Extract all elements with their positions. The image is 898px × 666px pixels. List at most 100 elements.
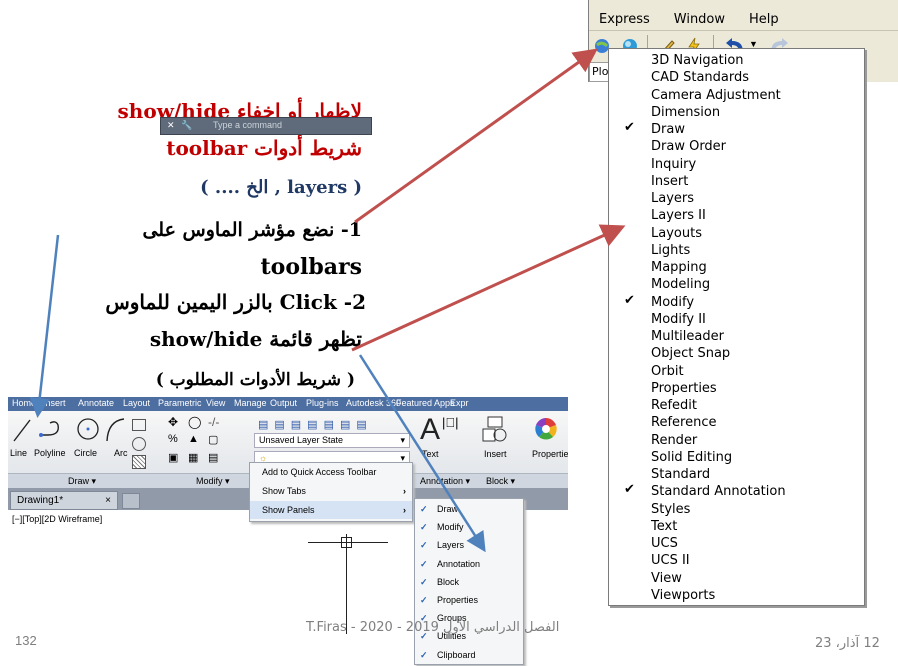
toolbars-context-menu: 3D Navigation CAD Standards Camera Adjustm… — [608, 48, 865, 606]
menu-add-to-qat[interactable]: Add to Quick Access Toolbar — [250, 463, 412, 481]
arc-tool-icon[interactable] — [104, 417, 126, 443]
draw-small-tools[interactable] — [130, 419, 158, 473]
toolbar-list-item-label: CAD Standards — [651, 70, 750, 86]
ribbon-tab[interactable]: Home — [12, 398, 36, 408]
layer-state-dropdown[interactable]: Unsaved Layer State ▾ — [254, 433, 410, 448]
toolbar-list-item[interactable]: Inquiry — [609, 157, 864, 174]
panel-toggle-label: Clipboard — [437, 649, 476, 660]
ribbon-tab[interactable]: Manage — [234, 398, 267, 408]
ribbon-tab[interactable]: Insert — [43, 398, 66, 408]
polyline-tool-label[interactable]: Polyline — [34, 448, 66, 458]
toolbar-list-item[interactable]: ✔ Draw — [609, 120, 864, 139]
ribbon-tab[interactable]: Output — [270, 398, 297, 408]
ribbon-tab[interactable]: Autodesk 360 — [346, 398, 401, 408]
toolbar-list-item[interactable]: Viewports — [609, 588, 864, 605]
toolbar-list-item[interactable]: Render — [609, 433, 864, 450]
text-tool-icon[interactable]: A — [420, 413, 440, 447]
insert-tool-label[interactable]: Insert — [484, 449, 507, 459]
toolbar-list-item[interactable]: 3D Navigation — [609, 53, 864, 70]
toolbar-list-item[interactable]: UCS II — [609, 553, 864, 570]
toolbar-list-item[interactable]: Draw Order — [609, 139, 864, 156]
close-tab-icon[interactable]: × — [105, 492, 111, 510]
instruction-step2: 2- Click بالزر اليمين للماوس — [105, 290, 366, 314]
command-line[interactable]: ✕ 🔧 Type a command — [160, 117, 372, 135]
properties-color-wheel-icon[interactable] — [534, 417, 558, 441]
toolbar-list-item[interactable]: Layers II — [609, 208, 864, 225]
toolbar-list-item-label: Camera Adjustment — [651, 87, 781, 103]
checkmark-icon: ✔ — [624, 292, 635, 308]
viewport-controls-label[interactable]: [−][Top][2D Wireframe] — [12, 514, 102, 524]
panel-title-draw[interactable]: Draw ▾ — [68, 476, 96, 487]
panel-title-block[interactable]: Block ▾ — [486, 476, 515, 487]
ribbon-tab[interactable]: View — [206, 398, 225, 408]
command-placeholder: Type a command — [213, 120, 283, 130]
menu-express[interactable]: Express — [599, 12, 650, 27]
menu-bar: Express Window Help — [589, 8, 793, 30]
modify-tools-grid[interactable]: ✥ ◯ -/- % ▲ ▢ ▣ ▦ ▤ — [166, 415, 240, 471]
toolbar-list-item[interactable]: Styles — [609, 502, 864, 519]
polyline-tool-icon[interactable] — [38, 417, 64, 443]
line-tool-icon[interactable] — [12, 417, 32, 443]
wrench-icon[interactable]: 🔧 — [181, 120, 192, 131]
ribbon-tab[interactable]: Layout — [123, 398, 150, 408]
new-tab-icon[interactable] — [122, 493, 140, 509]
menu-help[interactable]: Help — [749, 12, 779, 27]
toolbar-list-item-label: UCS — [651, 536, 678, 551]
slide-page-number: 132 — [15, 633, 37, 648]
toolbar-list-item[interactable]: Standard — [609, 467, 864, 484]
ribbon-tab[interactable]: Annotate — [78, 398, 114, 408]
close-command-icon[interactable]: ✕ — [167, 120, 175, 131]
toolbar-list-item[interactable]: Solid Editing — [609, 450, 864, 467]
toolbar-list-item[interactable]: ✔ Standard Annotation — [609, 482, 864, 501]
drawing-tab[interactable]: Drawing1* × — [10, 491, 118, 510]
arc-tool-label[interactable]: Arc — [114, 448, 128, 458]
toolbar-list-item-label: Layouts — [651, 225, 702, 241]
ribbon-tab[interactable]: Featured Apps — [396, 398, 455, 408]
ribbon-tab[interactable]: Parametric — [158, 398, 202, 408]
menu-show-tabs[interactable]: Show Tabs › — [250, 482, 412, 500]
toolbar-list-item[interactable]: Multileader — [609, 329, 864, 346]
toolbar-list-item-label: Mapping — [651, 260, 707, 275]
toolbar-list-item[interactable]: Dimension — [609, 105, 864, 122]
toolbar-list-item[interactable]: Reference — [609, 415, 864, 432]
line-tool-label[interactable]: Line — [10, 448, 27, 458]
toolbar-list-item[interactable]: Insert — [609, 174, 864, 191]
toolbar-list-item-label: Viewports — [651, 587, 716, 603]
toolbar-list-item[interactable]: UCS — [609, 536, 864, 553]
toolbar-list-item[interactable]: Camera Adjustment — [609, 88, 864, 105]
toolbar-list-item-label: 3D Navigation — [651, 53, 744, 68]
panel-title-annotation[interactable]: Annotation ▾ — [420, 476, 470, 487]
toolbar-list-item[interactable]: Text — [609, 519, 864, 536]
toolbar-list-item[interactable]: Modify II — [609, 312, 864, 329]
toolbar-list-item[interactable]: Properties — [609, 381, 864, 398]
toolbar-list-item[interactable]: CAD Standards — [609, 70, 864, 87]
dimension-icon[interactable]: |⃒| — [442, 415, 459, 430]
toolbar-list-item-label: Draw Order — [651, 139, 727, 155]
panel-title-modify[interactable]: Modify ▾ — [196, 476, 230, 487]
toolbar-list-item-label: Draw — [651, 122, 685, 137]
menu-window[interactable]: Window — [674, 12, 725, 27]
toolbar-list-item[interactable]: Mapping — [609, 260, 864, 277]
toolbar-list-item-label: Solid Editing — [651, 449, 733, 465]
toolbar-list-item-label: Render — [651, 432, 698, 448]
circle-tool-icon[interactable] — [76, 417, 100, 443]
text-tool-label[interactable]: Text — [422, 449, 439, 459]
ribbon-tab[interactable]: Plug-ins — [306, 398, 339, 408]
layer-tools-row[interactable]: ▤▤▤▤▤▤▤ — [258, 415, 408, 431]
properties-tool-label[interactable]: Properties — [532, 449, 568, 459]
toolbar-list-item[interactable]: Object Snap — [609, 346, 864, 363]
toolbar-list-item[interactable]: Layouts — [609, 226, 864, 243]
toolbar-list-item[interactable]: Lights — [609, 243, 864, 260]
toolbar-list-item[interactable]: Refedit — [609, 398, 864, 415]
toolbar-list-item[interactable]: Modeling — [609, 277, 864, 294]
instruction-step1: 1- نضع مؤشر الماوس على — [142, 219, 362, 241]
circle-tool-label[interactable]: Circle — [74, 448, 97, 458]
toolbar-list-item[interactable]: Orbit — [609, 364, 864, 381]
ribbon-tab[interactable]: Expr — [450, 398, 469, 408]
panel-toggle-item[interactable]: ✓ Clipboard — [415, 645, 523, 666]
toolbar-list-item[interactable]: ✔ Modify — [609, 292, 864, 312]
toolbar-list-item[interactable]: Layers — [609, 191, 864, 208]
toolbar-list-item[interactable]: View — [609, 571, 864, 588]
menu-show-panels[interactable]: Show Panels › — [250, 501, 412, 519]
insert-block-icon[interactable] — [480, 415, 510, 445]
